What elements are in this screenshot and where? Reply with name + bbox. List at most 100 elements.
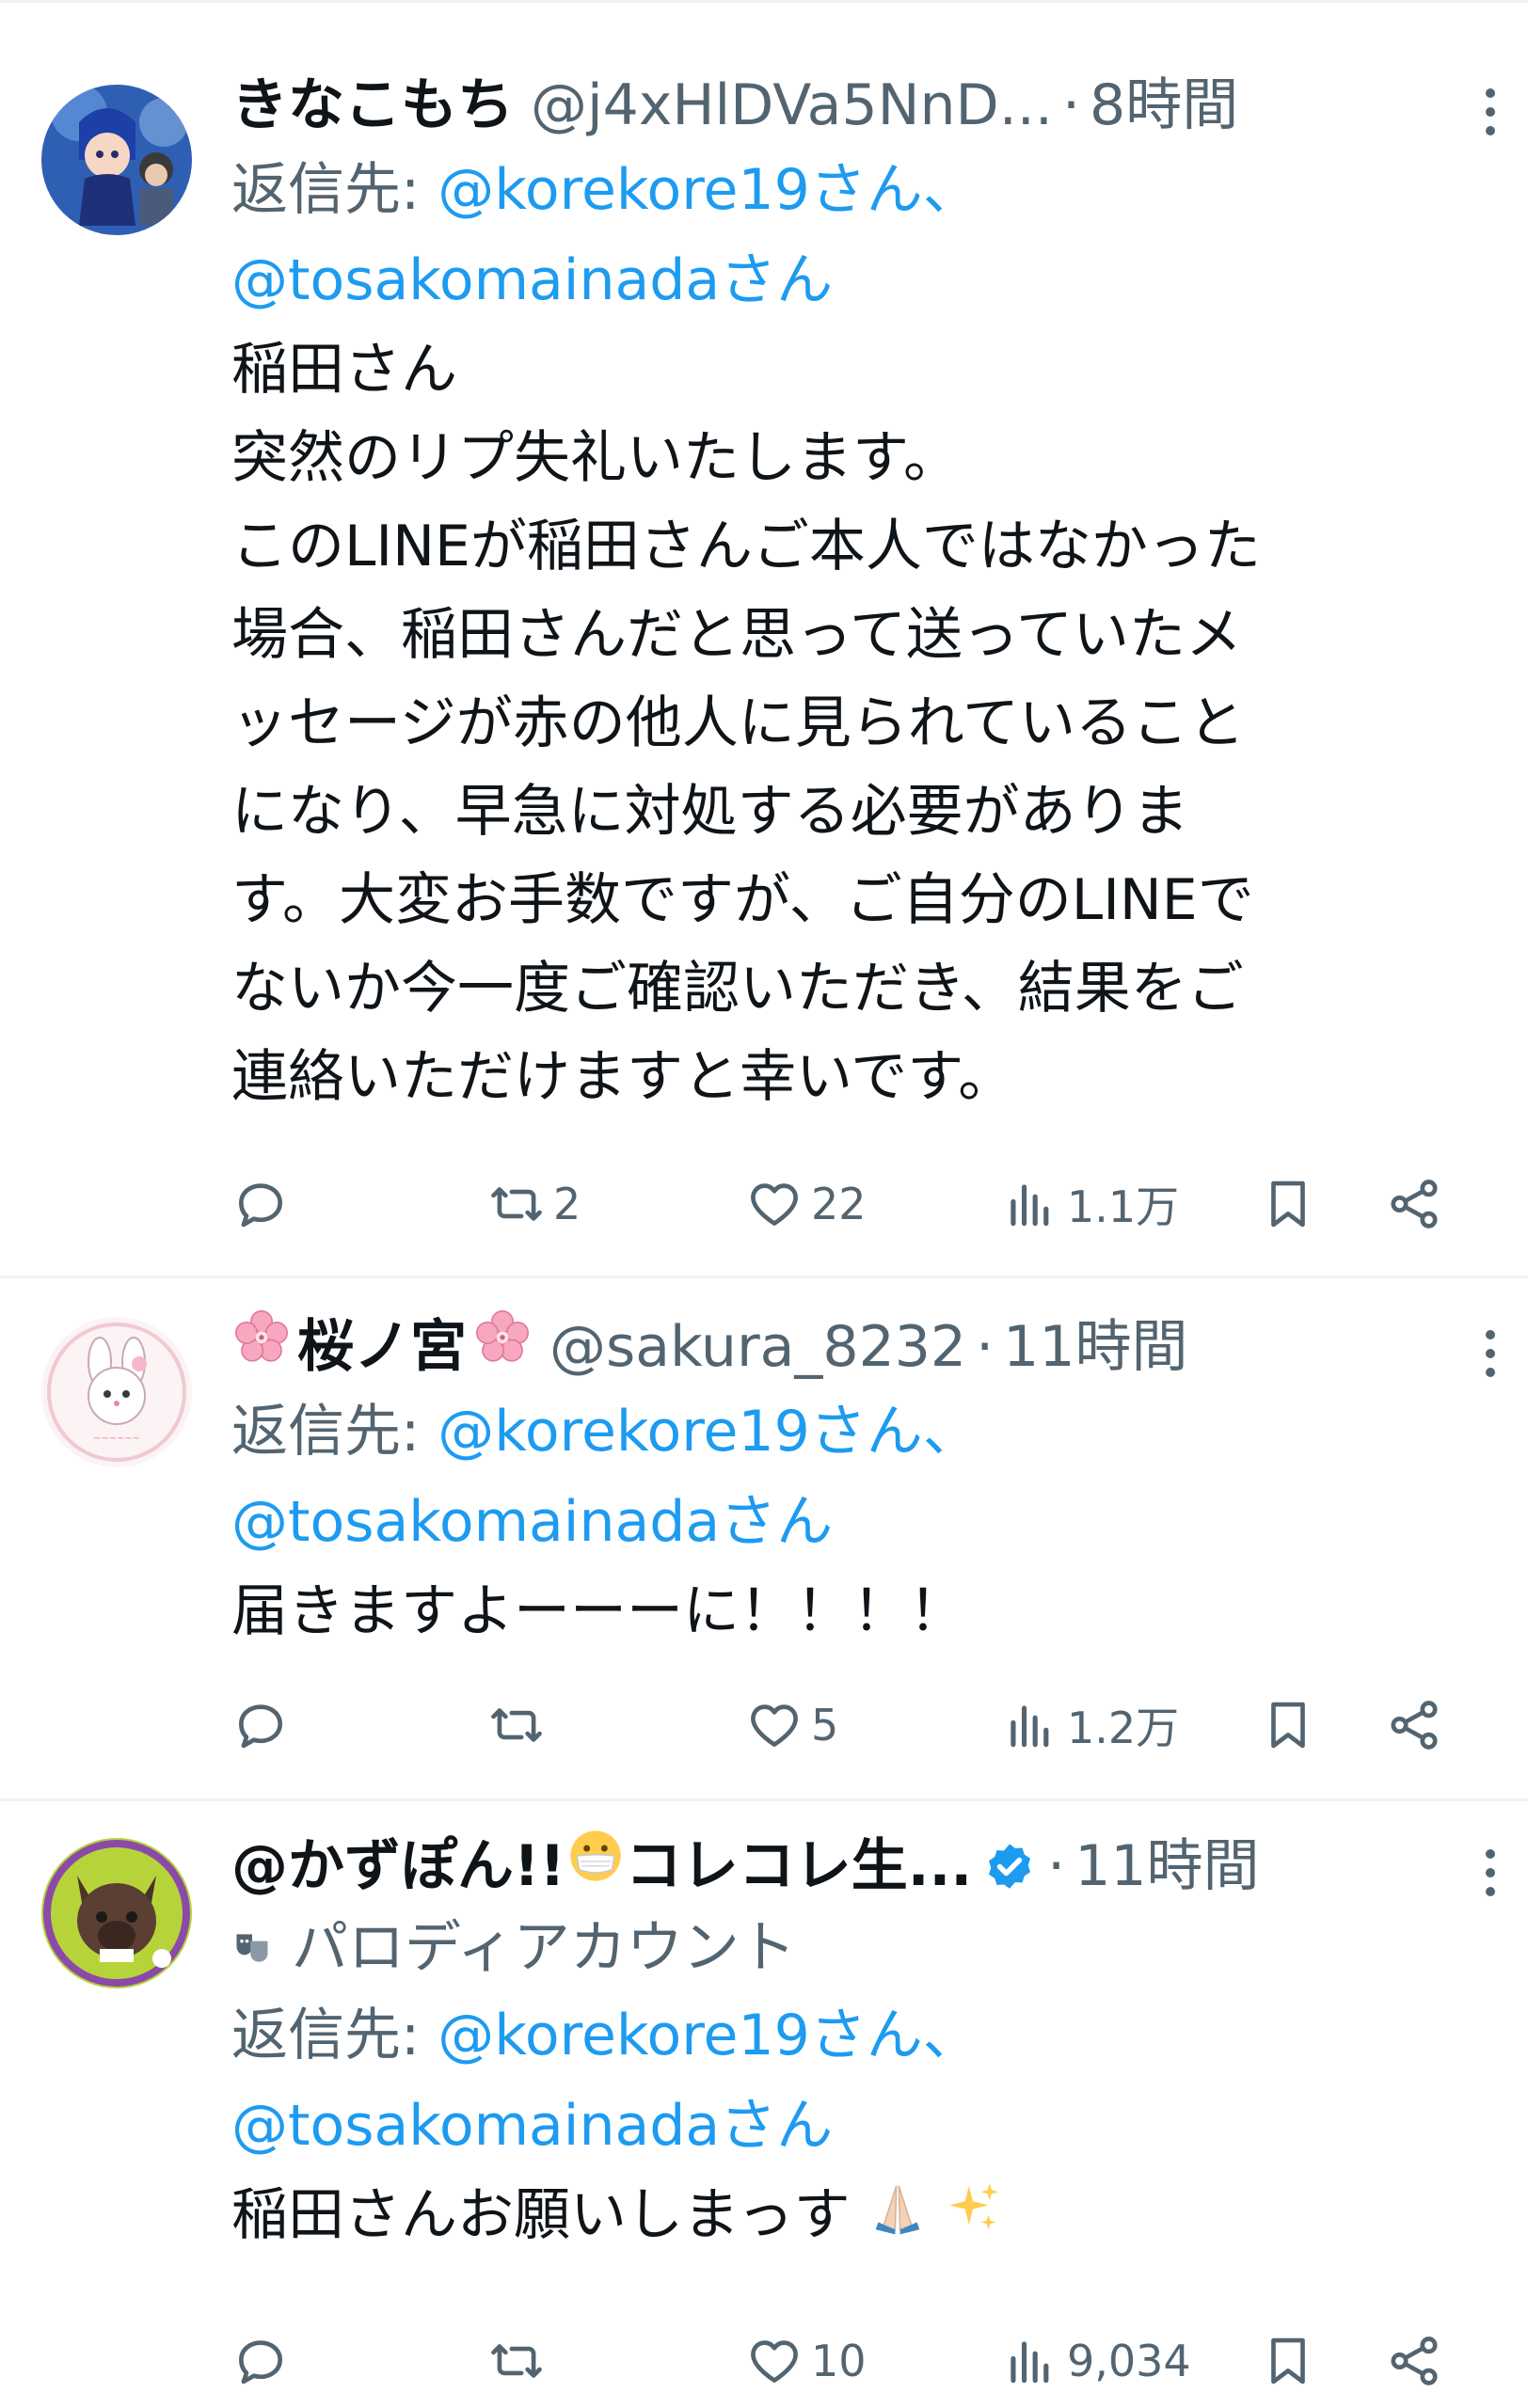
view-count: 1.1万 (1067, 1181, 1180, 1232)
views-button[interactable]: 1.1万 (1001, 1166, 1179, 1242)
heart-icon (751, 1704, 798, 1747)
retweet-icon (491, 1187, 542, 1221)
mention-link[interactable]: @tosakomainadaさん (231, 1489, 833, 1555)
display-name[interactable]: @かずぽん!! (231, 1827, 565, 1906)
display-name-suffix[interactable]: コレコレ生... (626, 1827, 972, 1906)
display-name[interactable]: 桜ノ宮 (297, 1307, 467, 1386)
tweet-text-line: 稲田さんお願いしまっす (231, 2182, 851, 2248)
separator-dot: · (1047, 1833, 1066, 1899)
view-count: 1.2万 (1067, 1703, 1180, 1753)
like-count: 10 (811, 2336, 867, 2386)
mention-link[interactable]: @tosakomainadaさん (231, 247, 833, 313)
more-icon[interactable] (1481, 1330, 1500, 1386)
parody-label: パロディアカウント (231, 1906, 1443, 1990)
share-icon (1391, 2337, 1438, 2385)
share-button[interactable] (1385, 1166, 1443, 1242)
handle[interactable]: @sakura_8232 (549, 1307, 966, 1386)
retweet-count: 2 (553, 1179, 581, 1229)
timestamp[interactable]: 11時間 (1074, 1827, 1259, 1906)
avatar-image (41, 1838, 192, 1988)
mention-link[interactable]: @korekore19さん、 (438, 2003, 979, 2068)
avatar[interactable] (41, 85, 192, 235)
reply-icon (239, 1704, 282, 1749)
reply-prefix: 返信先: (231, 2003, 438, 2068)
tweet-content: @かずぽん!! コレコレ生... · 11時間 パロディアカウント 返信先: @… (231, 1827, 1495, 2262)
cherry-blossom-icon (231, 1307, 292, 1387)
reply-button[interactable] (231, 2323, 290, 2399)
handle[interactable]: @j4xHlDVa5NnD... (531, 66, 1053, 145)
tweet-text: 届きますよーーーに！！！！ (231, 1567, 1443, 1656)
avatar[interactable]: ~~~~~~ (41, 1317, 192, 1467)
bookmark-button[interactable] (1259, 2323, 1317, 2399)
tweet-text-line: このLINEが稲田さんご本人ではなかった (231, 514, 1261, 579)
views-icon (1011, 1705, 1049, 1748)
tweet-text-line: す。大変お手数ですが、ご自分のLINEで (231, 867, 1254, 933)
tweet-text-line: ないか今一度ご確認いただき、結果をご (231, 956, 1244, 1022)
share-button[interactable] (1385, 1687, 1443, 1763)
parody-mask-icon (236, 1934, 268, 1962)
views-button[interactable]: 1.2万 (1001, 1687, 1179, 1763)
like-button[interactable]: 10 (745, 2323, 867, 2399)
more-icon[interactable] (1481, 1849, 1500, 1906)
parody-text: パロディアカウント (292, 1915, 796, 1981)
retweet-button[interactable] (487, 2323, 553, 2399)
action-bar: 10 9,034 (231, 2323, 1455, 2399)
mention-link[interactable]: @korekore19さん、 (438, 157, 979, 223)
retweet-icon (491, 1708, 542, 1742)
reply-prefix: 返信先: (231, 1399, 438, 1465)
reply-icon (239, 1183, 282, 1228)
sparkles-icon (945, 2174, 1003, 2262)
more-icon[interactable] (1481, 88, 1500, 145)
like-button[interactable]: 22 (745, 1166, 867, 1242)
retweet-button[interactable]: 2 (487, 1166, 581, 1242)
reply-icon (239, 2340, 282, 2384)
cherry-blossom-icon (472, 1307, 533, 1387)
bookmark-button[interactable] (1259, 1166, 1317, 1242)
tweet-divider (0, 1275, 1528, 1278)
avatar-image (41, 85, 192, 235)
tweet-text-line: 稲田さん (231, 337, 457, 403)
tweet-text: 稲田さん 突然のリプ失礼いたします。 このLINEが稲田さんご本人ではなかった … (231, 325, 1443, 1121)
timestamp[interactable]: 11時間 (1003, 1307, 1187, 1386)
bookmark-icon (1271, 1702, 1305, 1749)
bookmark-icon (1271, 2337, 1305, 2384)
reply-button[interactable] (231, 1687, 290, 1763)
share-button[interactable] (1385, 2323, 1443, 2399)
separator-dot: · (976, 1314, 995, 1380)
tweet-header: きなこもち @j4xHlDVa5NnD... · 8時間 (231, 66, 1443, 145)
like-count: 5 (811, 1700, 839, 1751)
retweet-icon (491, 2344, 542, 2378)
retweet-button[interactable] (487, 1687, 553, 1763)
views-button[interactable]: 9,034 (1001, 2323, 1191, 2399)
views-icon (1011, 2341, 1049, 2384)
tweet-text-line: 突然のリプ失礼いたします。 (231, 425, 960, 491)
tweet-text-line: 連絡いただけますと幸いです。 (231, 1044, 1015, 1110)
tweet-header: @かずぽん!! コレコレ生... · 11時間 (231, 1827, 1443, 1906)
avatar[interactable] (41, 1838, 192, 1988)
mention-link[interactable]: @korekore19さん、 (438, 1399, 979, 1465)
reply-button[interactable] (231, 1166, 290, 1242)
tweet-text-line: 場合、稲田さんだと思って送っていたメ (231, 602, 1242, 668)
tweet-divider (0, 1798, 1528, 1801)
reply-to: @tosakomainadaさん (231, 235, 1443, 325)
heart-icon (751, 2340, 798, 2383)
view-count: 9,034 (1067, 2336, 1191, 2386)
avatar-image: ~~~~~~ (41, 1317, 192, 1467)
separator-dot: · (1061, 72, 1081, 138)
like-count: 22 (811, 1179, 867, 1229)
mention-link[interactable]: @tosakomainadaさん (231, 2093, 833, 2159)
reply-to: @tosakomainadaさん (231, 2081, 1443, 2171)
timestamp[interactable]: 8時間 (1090, 66, 1238, 145)
display-name[interactable]: きなこもち (231, 66, 514, 145)
folded-hands-icon (868, 2174, 927, 2262)
tweet-item[interactable]: ~~~~~~ 桜ノ宮 @sakura_8232 · 11時間 返信先: @kor… (0, 1279, 1528, 1797)
bookmark-button[interactable] (1259, 1687, 1317, 1763)
tweet-content: 桜ノ宮 @sakura_8232 · 11時間 返信先: @korekore19… (231, 1307, 1495, 1656)
reply-to: 返信先: @korekore19さん、 (231, 145, 1443, 235)
action-bar: 2 22 1.1万 (231, 1166, 1455, 1242)
reply-to: 返信先: @korekore19さん、 (231, 1990, 1443, 2081)
like-button[interactable]: 5 (745, 1687, 838, 1763)
tweet-item[interactable]: きなこもち @j4xHlDVa5NnD... · 8時間 返信先: @korek… (0, 0, 1528, 1270)
reply-to: @tosakomainadaさん (231, 1477, 1443, 1567)
tweet-item[interactable]: @かずぽん!! コレコレ生... · 11時間 パロディアカウント 返信先: @… (0, 1802, 1528, 2408)
